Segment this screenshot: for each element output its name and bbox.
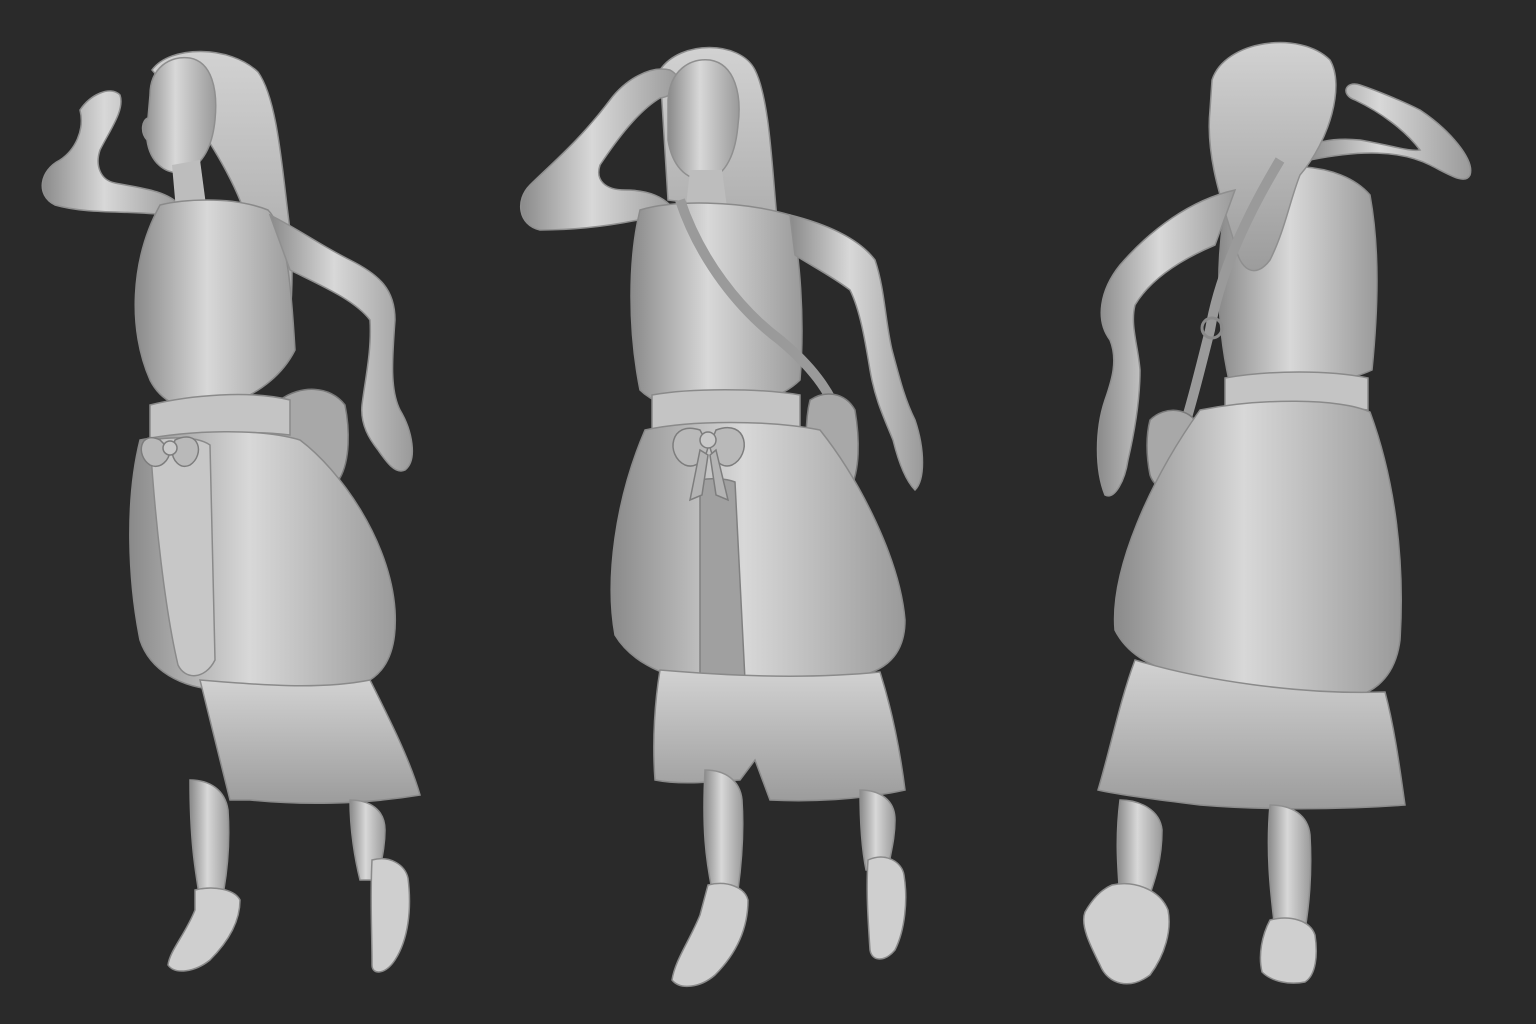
figure-2-head xyxy=(667,59,740,181)
figure-2-culottes xyxy=(653,669,906,802)
sculpt-render-canvas xyxy=(0,0,1536,1024)
render-viewport xyxy=(0,0,1536,1024)
figure-3-shoe-right xyxy=(1259,917,1317,984)
figure-3-leg-right xyxy=(1267,804,1312,931)
figure-2-top xyxy=(630,202,803,411)
figure-2-leg-left xyxy=(703,769,744,891)
figure-1-top xyxy=(134,199,296,411)
